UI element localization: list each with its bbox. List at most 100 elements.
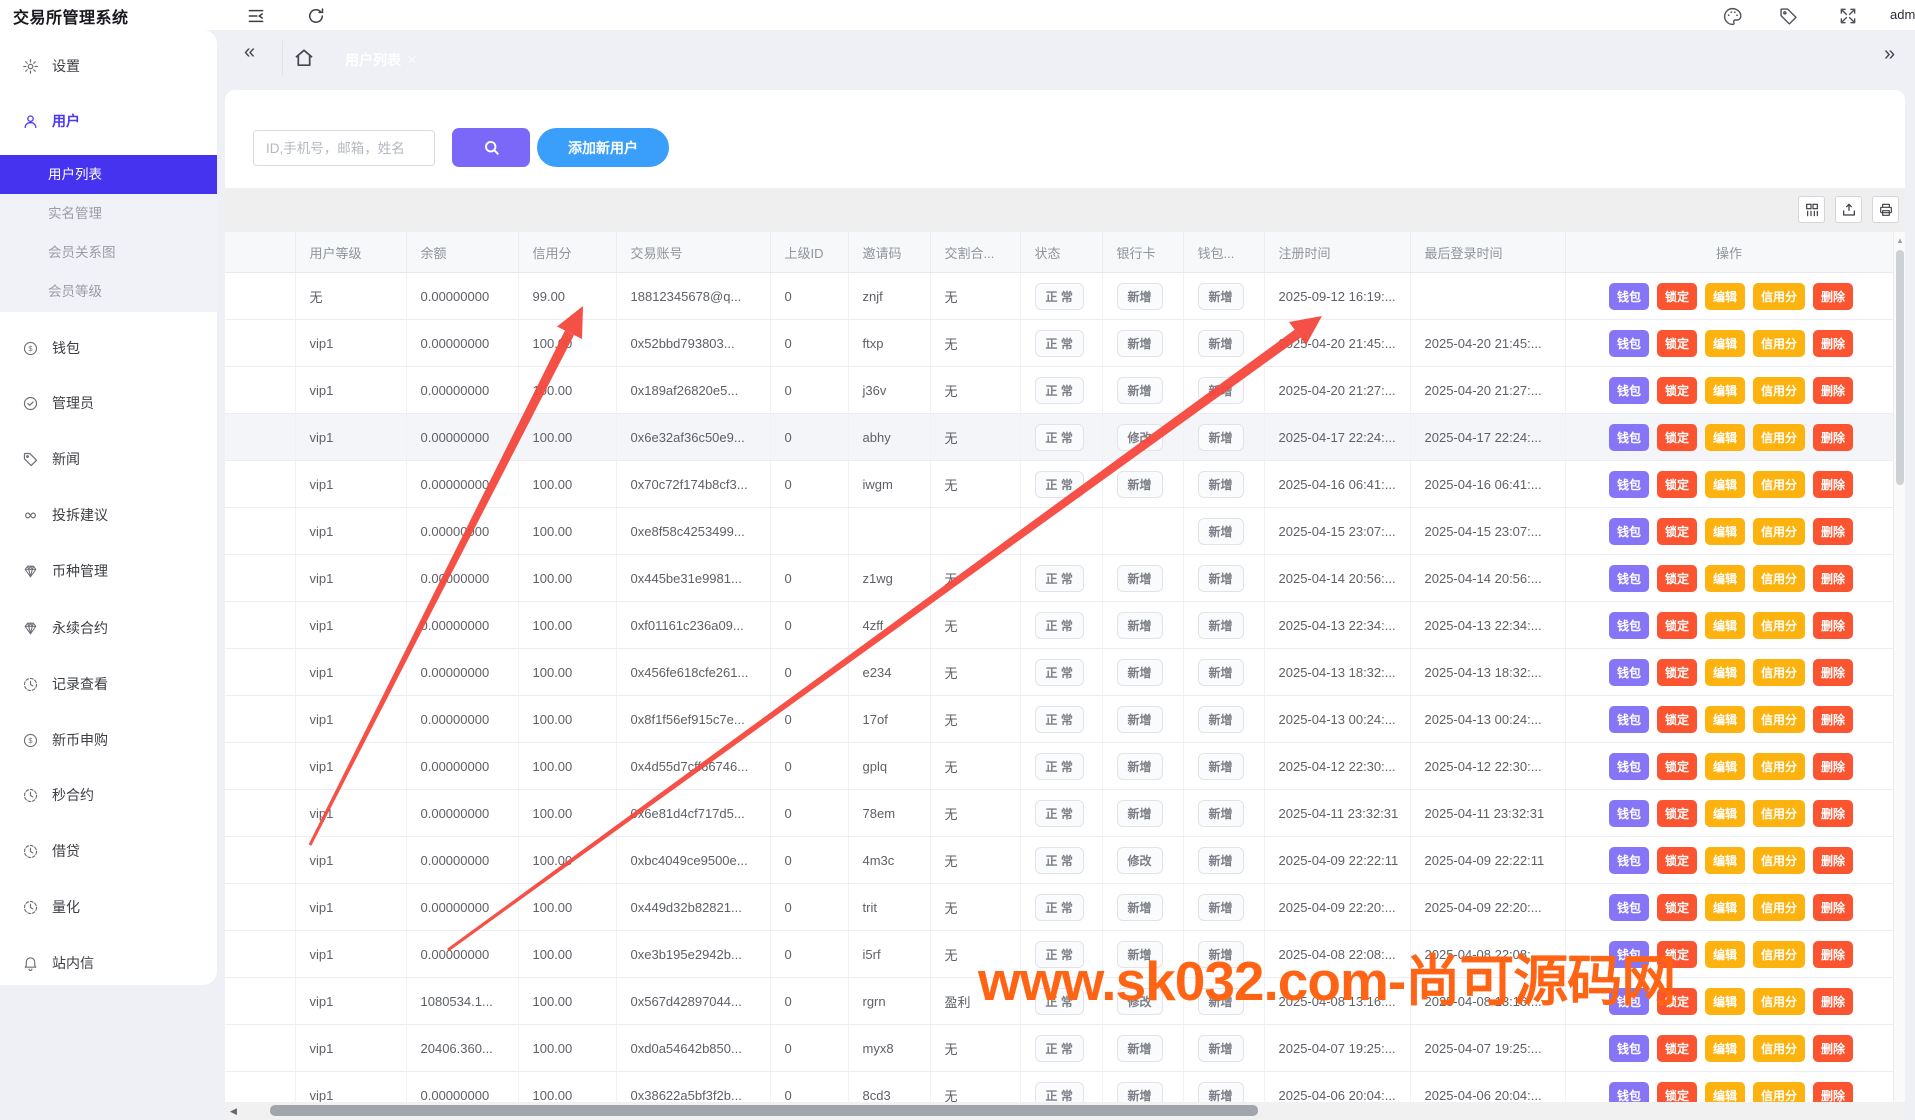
status-badge[interactable]: 正 常 bbox=[1035, 847, 1084, 874]
row-lock-button[interactable]: 锁定 bbox=[1657, 612, 1697, 639]
wallet-badge[interactable]: 新增 bbox=[1198, 753, 1244, 780]
status-badge[interactable]: 正 常 bbox=[1035, 283, 1084, 310]
row-wallet-button[interactable]: 钱包 bbox=[1609, 659, 1649, 686]
row-lock-button[interactable]: 锁定 bbox=[1657, 894, 1697, 921]
row-edit-button[interactable]: 编辑 bbox=[1705, 894, 1745, 921]
refresh-icon[interactable] bbox=[306, 6, 326, 26]
wallet-badge[interactable]: 新增 bbox=[1198, 847, 1244, 874]
row-edit-button[interactable]: 编辑 bbox=[1705, 330, 1745, 357]
collapse-tags-left-icon[interactable]: « bbox=[244, 42, 255, 62]
row-delete-button[interactable]: 删除 bbox=[1813, 565, 1853, 592]
row-edit-button[interactable]: 编辑 bbox=[1705, 377, 1745, 404]
row-wallet-button[interactable]: 钱包 bbox=[1609, 753, 1649, 780]
row-wallet-button[interactable]: 钱包 bbox=[1609, 471, 1649, 498]
wallet-badge[interactable]: 新增 bbox=[1198, 1082, 1244, 1103]
wallet-badge[interactable]: 新增 bbox=[1198, 800, 1244, 827]
row-edit-button[interactable]: 编辑 bbox=[1705, 565, 1745, 592]
row-edit-button[interactable]: 编辑 bbox=[1705, 471, 1745, 498]
row-delete-button[interactable]: 删除 bbox=[1813, 518, 1853, 545]
horizontal-scrollbar[interactable]: ◀ bbox=[225, 1102, 1905, 1120]
row-lock-button[interactable]: 锁定 bbox=[1657, 706, 1697, 733]
row-delete-button[interactable]: 删除 bbox=[1813, 753, 1853, 780]
search-input[interactable] bbox=[253, 130, 435, 166]
row-lock-button[interactable]: 锁定 bbox=[1657, 1082, 1697, 1103]
bank-card-badge[interactable]: 新增 bbox=[1117, 894, 1163, 921]
sidebar-item-feedback[interactable]: 投拆建议 bbox=[0, 495, 217, 535]
status-badge[interactable]: 正 常 bbox=[1035, 377, 1084, 404]
row-delete-button[interactable]: 删除 bbox=[1813, 659, 1853, 686]
tab-close-icon[interactable]: ✕ bbox=[407, 53, 417, 67]
sidebar-item-new-coin-subscription[interactable]: $ 新币申购 bbox=[0, 720, 217, 760]
collapse-sidebar-icon[interactable] bbox=[246, 6, 266, 26]
row-credit-button[interactable]: 信用分 bbox=[1753, 424, 1805, 451]
home-icon[interactable] bbox=[292, 46, 316, 70]
row-credit-button[interactable]: 信用分 bbox=[1753, 706, 1805, 733]
wallet-badge[interactable]: 新增 bbox=[1198, 1035, 1244, 1062]
row-lock-button[interactable]: 锁定 bbox=[1657, 847, 1697, 874]
status-badge[interactable]: 正 常 bbox=[1035, 659, 1084, 686]
sidebar-item-news[interactable]: 新闻 bbox=[0, 439, 217, 479]
row-wallet-button[interactable]: 钱包 bbox=[1609, 424, 1649, 451]
row-wallet-button[interactable]: 钱包 bbox=[1609, 847, 1649, 874]
row-lock-button[interactable]: 锁定 bbox=[1657, 753, 1697, 780]
row-delete-button[interactable]: 删除 bbox=[1813, 1035, 1853, 1062]
row-wallet-button[interactable]: 钱包 bbox=[1609, 565, 1649, 592]
sidebar-subitem-realname[interactable]: 实名管理 bbox=[0, 194, 217, 233]
bank-card-badge[interactable]: 新增 bbox=[1117, 565, 1163, 592]
bank-card-badge[interactable]: 新增 bbox=[1117, 659, 1163, 686]
sidebar-item-perpetual-contract[interactable]: 永续合约 bbox=[0, 608, 217, 648]
sidebar-item-second-contract[interactable]: 秒合约 bbox=[0, 775, 217, 815]
scroll-up-icon[interactable]: ▲ bbox=[1894, 236, 1905, 245]
wallet-badge[interactable]: 新增 bbox=[1198, 612, 1244, 639]
wallet-badge[interactable]: 新增 bbox=[1198, 330, 1244, 357]
row-lock-button[interactable]: 锁定 bbox=[1657, 1035, 1697, 1062]
sidebar-item-wallet[interactable]: $ 钱包 bbox=[0, 328, 217, 368]
wallet-badge[interactable]: 新增 bbox=[1198, 283, 1244, 310]
wallet-badge[interactable]: 新增 bbox=[1198, 565, 1244, 592]
row-credit-button[interactable]: 信用分 bbox=[1753, 753, 1805, 780]
bank-card-badge[interactable]: 新增 bbox=[1117, 612, 1163, 639]
row-edit-button[interactable]: 编辑 bbox=[1705, 424, 1745, 451]
row-edit-button[interactable]: 编辑 bbox=[1705, 518, 1745, 545]
status-badge[interactable]: 正 常 bbox=[1035, 894, 1084, 921]
status-badge[interactable]: 正 常 bbox=[1035, 471, 1084, 498]
row-lock-button[interactable]: 锁定 bbox=[1657, 565, 1697, 592]
row-delete-button[interactable]: 删除 bbox=[1813, 330, 1853, 357]
sidebar-item-quant[interactable]: 量化 bbox=[0, 887, 217, 927]
current-user-label[interactable]: admin bbox=[1890, 7, 1915, 25]
row-credit-button[interactable]: 信用分 bbox=[1753, 565, 1805, 592]
wallet-badge[interactable]: 新增 bbox=[1198, 377, 1244, 404]
sidebar-subitem-member-levels[interactable]: 会员等级 bbox=[0, 272, 217, 311]
row-delete-button[interactable]: 删除 bbox=[1813, 988, 1853, 1015]
row-credit-button[interactable]: 信用分 bbox=[1753, 800, 1805, 827]
sidebar-item-users[interactable]: 用户 bbox=[0, 101, 217, 141]
row-edit-button[interactable]: 编辑 bbox=[1705, 753, 1745, 780]
row-edit-button[interactable]: 编辑 bbox=[1705, 659, 1745, 686]
row-delete-button[interactable]: 删除 bbox=[1813, 612, 1853, 639]
wallet-badge[interactable]: 新增 bbox=[1198, 894, 1244, 921]
fullscreen-icon[interactable] bbox=[1838, 6, 1858, 26]
bank-card-badge[interactable]: 修改 bbox=[1117, 424, 1163, 451]
row-wallet-button[interactable]: 钱包 bbox=[1609, 800, 1649, 827]
row-credit-button[interactable]: 信用分 bbox=[1753, 612, 1805, 639]
tag-icon[interactable] bbox=[1778, 6, 1798, 26]
search-button[interactable] bbox=[452, 128, 530, 167]
row-delete-button[interactable]: 删除 bbox=[1813, 941, 1853, 968]
row-credit-button[interactable]: 信用分 bbox=[1753, 1082, 1805, 1103]
bank-card-badge[interactable]: 新增 bbox=[1117, 706, 1163, 733]
row-edit-button[interactable]: 编辑 bbox=[1705, 847, 1745, 874]
status-badge[interactable]: 正 常 bbox=[1035, 706, 1084, 733]
bank-card-badge[interactable]: 新增 bbox=[1117, 800, 1163, 827]
wallet-badge[interactable]: 新增 bbox=[1198, 518, 1244, 545]
print-button[interactable] bbox=[1872, 196, 1899, 223]
bank-card-badge[interactable]: 新增 bbox=[1117, 1035, 1163, 1062]
row-delete-button[interactable]: 删除 bbox=[1813, 800, 1853, 827]
status-badge[interactable]: 正 常 bbox=[1035, 1082, 1084, 1103]
row-lock-button[interactable]: 锁定 bbox=[1657, 659, 1697, 686]
sidebar-item-lending[interactable]: 借贷 bbox=[0, 831, 217, 871]
horizontal-scroll-thumb[interactable] bbox=[270, 1105, 1258, 1116]
row-edit-button[interactable]: 编辑 bbox=[1705, 283, 1745, 310]
bank-card-badge[interactable]: 修改 bbox=[1117, 847, 1163, 874]
row-credit-button[interactable]: 信用分 bbox=[1753, 847, 1805, 874]
row-credit-button[interactable]: 信用分 bbox=[1753, 518, 1805, 545]
